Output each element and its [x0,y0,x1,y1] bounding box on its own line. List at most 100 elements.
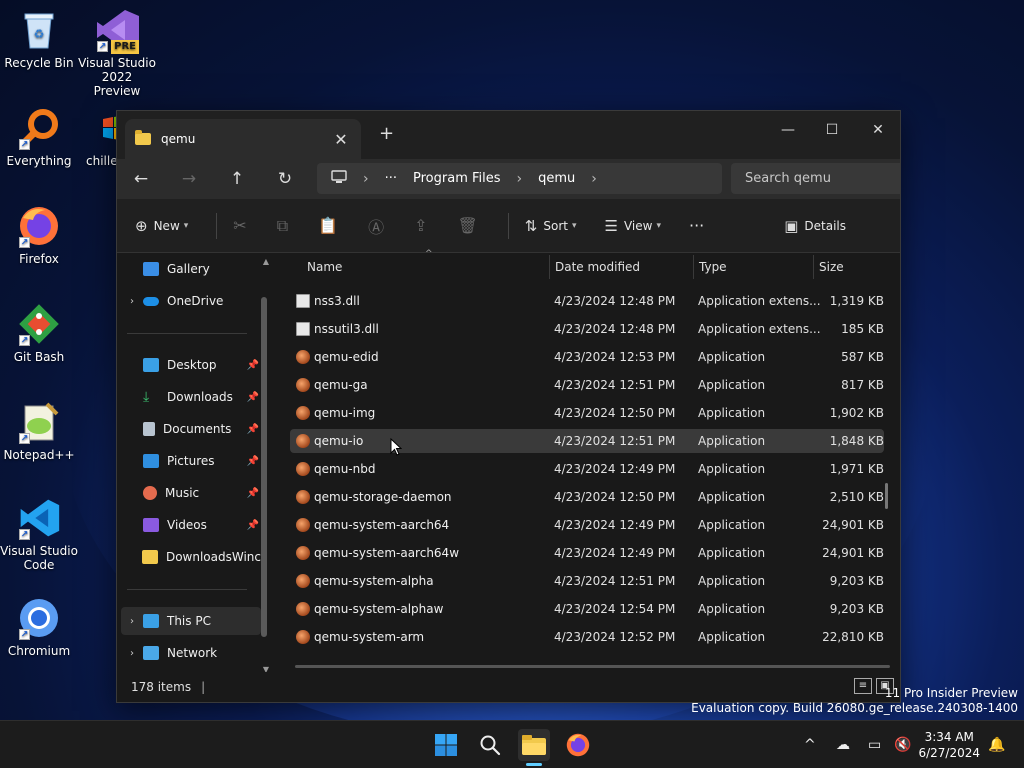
application-icon [296,518,310,532]
tab-qemu[interactable]: qemu ✕ [125,119,361,159]
table-row[interactable]: nss3.dll 4/23/2024 12:48 PM Application ex… [290,289,884,313]
table-row[interactable]: qemu-edid 4/23/2024 12:53 PM Application 58… [290,345,884,369]
volume-muted-icon[interactable]: 🔇 [894,721,911,768]
table-row[interactable]: qemu-system-alpha 4/23/2024 12:51 PM Appli… [290,569,884,593]
desktop-icon-git-bash[interactable]: ↗ Git Bash [0,302,78,364]
horizontal-scrollbar[interactable] [295,665,890,668]
column-type[interactable]: Type [699,260,727,274]
network-status-icon[interactable]: ▭ [868,721,881,768]
sidebar-item-downloadswinc[interactable]: DownloadsWinc [121,543,261,571]
chevron-up-icon: ^ [804,737,816,753]
cloud-off-icon[interactable]: ☁ [836,721,850,768]
chevron-right-icon[interactable]: › [121,296,143,307]
sidebar-item-downloads[interactable]: ⤓ Downloads 📌 [121,383,261,411]
shortcut-arrow-icon: ↗ [19,629,30,640]
start-button[interactable] [430,729,462,761]
breadcrumb-qemu[interactable]: qemu [538,171,575,186]
column-name[interactable]: Name [307,260,342,274]
table-row[interactable]: qemu-nbd 4/23/2024 12:49 PM Application 1,9… [290,457,884,481]
new-button[interactable]: ⊕ New ▾ [135,217,188,235]
search-button[interactable] [474,729,506,761]
desktop-icon-notepadpp[interactable]: ↗ Notepad++ [0,400,78,462]
cut-icon[interactable]: ✂ [233,216,246,235]
sidebar-item-videos[interactable]: Videos 📌 [121,511,261,539]
sidebar-item-network[interactable]: › Network [121,639,261,667]
scroll-up-arrow-icon[interactable]: ▲ [263,257,269,266]
file-size: 2,510 KB [829,490,884,504]
desktop-icon-chille[interactable]: chille [72,106,122,168]
tray-overflow-button[interactable]: ^ [804,721,816,768]
document-icon [143,422,155,436]
application-icon [296,462,310,476]
more-options-button[interactable]: ··· [689,216,704,235]
column-date-modified[interactable]: Date modified [555,260,640,274]
file-type: Application [698,490,766,504]
new-tab-button[interactable]: + [379,123,394,144]
table-row[interactable]: qemu-img 4/23/2024 12:50 PM Application 1,9… [290,401,884,425]
chevron-right-icon[interactable]: › [121,616,143,627]
sidebar-item-documents[interactable]: Documents 📌 [121,415,261,443]
breadcrumb-ellipsis[interactable]: ··· [385,171,397,186]
file-name: qemu-io [314,434,364,448]
desktop-icon-firefox[interactable]: ↗ Firefox [0,204,78,266]
clock[interactable]: 3:34 AM 6/27/2024 [918,729,980,761]
rename-icon[interactable]: Ⓐ [368,214,384,238]
file-list-scrollbar[interactable] [885,483,888,509]
desktop-icon-visual-studio[interactable]: PRE ↗ Visual Studio 2022 Preview [78,8,156,98]
notification-bell-icon[interactable]: 🔔 [988,721,1005,768]
item-count: 178 items [131,680,192,694]
search-input[interactable]: Search qemu [731,163,900,194]
view-button[interactable]: ☰ View ▾ [605,217,661,235]
back-button[interactable]: ← [117,169,165,189]
sidebar-item-this-pc[interactable]: › This PC [121,607,261,635]
network-icon [143,646,159,660]
chevron-right-icon[interactable]: › [121,648,143,659]
close-window-button[interactable]: ✕ [855,117,900,143]
details-button[interactable]: ▣ Details [784,217,846,235]
sidebar-item-gallery[interactable]: Gallery [121,255,261,283]
forward-button[interactable]: → [165,169,213,189]
refresh-button[interactable]: ↻ [261,169,309,189]
desktop-icon-recycle-bin[interactable]: ♻ Recycle Bin [0,8,78,70]
taskbar-file-explorer[interactable] [518,729,550,766]
file-type: Application [698,378,766,392]
pin-icon: 📌 [246,423,259,435]
column-size[interactable]: Size [819,260,844,274]
address-bar[interactable]: › ··· Program Files › qemu › [317,163,722,194]
minimize-button[interactable]: — [765,117,811,143]
table-row[interactable]: qemu-io 4/23/2024 12:51 PM Application 1,84… [290,429,884,453]
desktop-icon-chromium[interactable]: ↗ Chromium [0,596,78,658]
file-name: nss3.dll [314,294,360,308]
table-row[interactable]: qemu-storage-daemon 4/23/2024 12:50 PM App… [290,485,884,509]
sidebar-item-pictures[interactable]: Pictures 📌 [121,447,261,475]
delete-icon[interactable]: 🗑 [457,216,477,235]
file-type: Application [698,630,766,644]
table-row[interactable]: qemu-system-aarch64 4/23/2024 12:49 PM App… [290,513,884,537]
breadcrumb-program-files[interactable]: Program Files [413,171,501,186]
table-row[interactable]: qemu-system-arm 4/23/2024 12:52 PM Applica… [290,625,884,649]
mouse-cursor-icon [390,438,402,456]
table-row[interactable]: qemu-ga 4/23/2024 12:51 PM Application 817 … [290,373,884,397]
desktop-icon-everything[interactable]: ↗ Everything [0,106,78,168]
table-row[interactable]: qemu-system-aarch64w 4/23/2024 12:49 PM Ap… [290,541,884,565]
share-icon[interactable]: ⇪ [414,216,427,235]
file-date-modified: 4/23/2024 12:49 PM [554,546,676,560]
desktop-icon-vscode[interactable]: ↗ Visual Studio Code [0,496,78,572]
paste-icon[interactable]: 📋 [318,216,338,235]
file-type: Application extens... [698,322,821,336]
vscode-icon: ↗ [17,496,61,540]
up-button[interactable]: ↑ [213,169,261,189]
sidebar-scrollbar[interactable] [261,297,267,637]
sidebar-item-onedrive[interactable]: › OneDrive [121,287,261,315]
sidebar-item-music[interactable]: Music 📌 [121,479,261,507]
taskbar-firefox[interactable] [562,729,594,761]
tab-close-button[interactable]: ✕ [331,130,351,149]
sidebar-item-desktop[interactable]: Desktop 📌 [121,351,261,379]
copy-icon[interactable]: ⧉ [277,216,288,236]
maximize-button[interactable]: ☐ [809,117,855,143]
file-date-modified: 4/23/2024 12:49 PM [554,462,676,476]
file-date-modified: 4/23/2024 12:50 PM [554,406,676,420]
table-row[interactable]: qemu-system-alphaw 4/23/2024 12:54 PM Appl… [290,597,884,621]
sort-button[interactable]: ⇅ Sort ▾ [525,217,577,235]
table-row[interactable]: nssutil3.dll 4/23/2024 12:48 PM Applicatio… [290,317,884,341]
